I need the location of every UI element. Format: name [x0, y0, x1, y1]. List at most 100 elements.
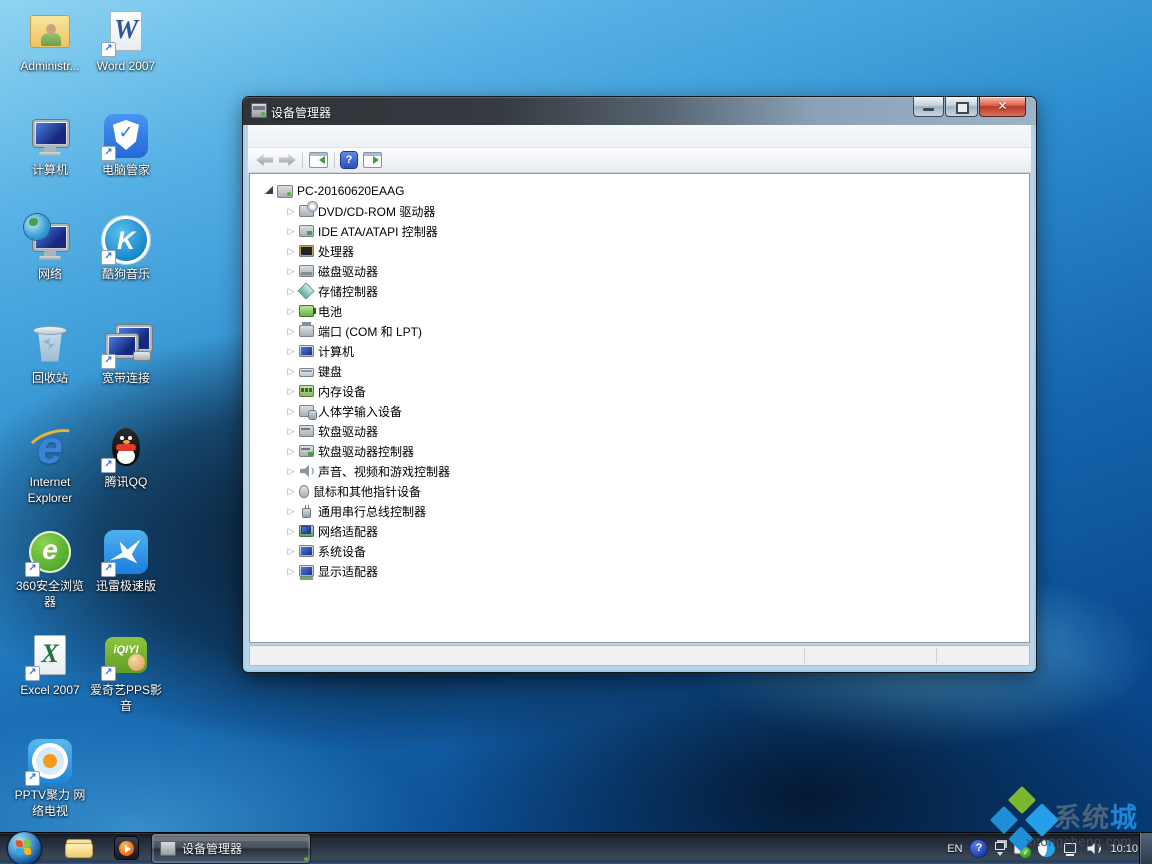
desktop-icon[interactable]: ↗ PPTV聚力 网络电视	[12, 737, 88, 819]
tree-item[interactable]: 键盘	[250, 361, 1029, 381]
help-button[interactable]: ?	[341, 152, 357, 168]
tree-item-label: 鼠标和其他指针设备	[313, 483, 421, 500]
shortcut-arrow-icon: ↗	[25, 666, 40, 681]
menu-item[interactable]	[268, 133, 284, 139]
media-player-taskbar-icon[interactable]	[114, 836, 140, 860]
tree-item[interactable]: 磁盘驱动器	[250, 261, 1029, 281]
tree-item[interactable]: IDE ATA/ATAPI 控制器	[250, 221, 1029, 241]
show-console-tree-button[interactable]	[309, 152, 328, 168]
desktop-icon-label: 爱奇艺PPS影音	[88, 683, 164, 714]
ime-help-icon[interactable]: ?	[970, 840, 987, 857]
device-manager-icon	[251, 103, 267, 118]
tree-item[interactable]: 软盘驱动器	[250, 421, 1029, 441]
tree-item[interactable]: 网络适配器	[250, 521, 1029, 541]
antivirus-tray-icon[interactable]	[1038, 840, 1055, 857]
network-tray-icon[interactable]	[1063, 842, 1079, 856]
expand-arrow-icon[interactable]	[286, 266, 296, 276]
title-bar[interactable]: 设备管理器	[243, 97, 1036, 125]
options-caret-icon[interactable]	[997, 852, 1003, 856]
check-badge-icon: ✓	[1020, 847, 1031, 858]
expand-arrow-icon[interactable]	[286, 226, 296, 236]
status-divider	[936, 648, 937, 663]
language-indicator[interactable]: EN	[947, 843, 962, 855]
desktop-icon[interactable]: ↗ 电脑管家	[88, 112, 164, 179]
expand-arrow-icon[interactable]	[286, 566, 296, 576]
collapse-arrow-icon[interactable]	[264, 186, 274, 196]
restore-language-bar-icon[interactable]	[995, 842, 1005, 850]
desktop-icon[interactable]: ↗ Internet Explorer	[12, 424, 88, 506]
tree-item[interactable]: 声音、视频和游戏控制器	[250, 461, 1029, 481]
expand-arrow-icon[interactable]	[286, 366, 296, 376]
tree-item[interactable]: DVD/CD-ROM 驱动器	[250, 201, 1029, 221]
tree-item[interactable]: 处理器	[250, 241, 1029, 261]
desktop-icon[interactable]: ↗ 腾讯QQ	[88, 424, 164, 491]
desktop-icon[interactable]: ↗ 酷狗音乐	[88, 216, 164, 283]
tree-item[interactable]: 鼠标和其他指针设备	[250, 481, 1029, 501]
menu-item[interactable]	[300, 133, 316, 139]
desktop-icon[interactable]: ↗ 网络	[12, 216, 88, 283]
language-bar-options[interactable]	[995, 842, 1005, 856]
expand-arrow-icon[interactable]	[286, 286, 296, 296]
tree-item-label: 显示适配器	[318, 563, 378, 580]
expand-arrow-icon[interactable]	[286, 386, 296, 396]
desktop-icon[interactable]: ↗ Word 2007	[88, 8, 164, 75]
minimize-button[interactable]	[913, 97, 944, 117]
safely-remove-hardware-icon[interactable]: ✓	[1013, 840, 1030, 857]
expand-arrow-icon[interactable]	[286, 426, 296, 436]
storage-controller-icon	[299, 285, 314, 297]
explorer-taskbar-icon[interactable]	[66, 836, 92, 860]
expand-arrow-icon[interactable]	[286, 306, 296, 316]
expand-arrow-icon[interactable]	[286, 446, 296, 456]
expand-arrow-icon[interactable]	[286, 526, 296, 536]
tree-item[interactable]: 端口 (COM 和 LPT)	[250, 321, 1029, 341]
shortcut-arrow-icon: ↗	[101, 666, 116, 681]
forward-button[interactable]	[279, 154, 296, 166]
expand-arrow-icon[interactable]	[286, 466, 296, 476]
desktop-icon[interactable]: ↗ 爱奇艺PPS影音	[88, 632, 164, 714]
shortcut-arrow-icon: ↗	[101, 458, 116, 473]
menu-item[interactable]	[252, 133, 268, 139]
desktop-icon[interactable]: ↗ 360安全浏览器	[12, 528, 88, 610]
desktop-icon[interactable]: ↗ 计算机	[12, 112, 88, 179]
expand-arrow-icon[interactable]	[286, 246, 296, 256]
tree-root-node[interactable]: PC-20160620EAAG	[250, 181, 1029, 201]
tree-item[interactable]: 内存设备	[250, 381, 1029, 401]
device-manager-task-button[interactable]: 设备管理器	[152, 834, 310, 863]
desktop-icon[interactable]: ↗ 回收站	[12, 320, 88, 387]
expand-arrow-icon[interactable]	[286, 546, 296, 556]
expand-arrow-icon[interactable]	[286, 506, 296, 516]
maximize-button[interactable]	[945, 97, 978, 117]
tree-item[interactable]: 通用串行总线控制器	[250, 501, 1029, 521]
close-button[interactable]	[979, 97, 1026, 117]
device-manager-icon	[160, 841, 176, 856]
tree-item[interactable]: 软盘驱动器控制器	[250, 441, 1029, 461]
desktop-icon[interactable]: ↗ Excel 2007	[12, 632, 88, 699]
expand-arrow-icon[interactable]	[286, 486, 296, 496]
tree-item-label: 存储控制器	[318, 283, 378, 300]
action-pane-button[interactable]	[363, 152, 382, 168]
dvd-drive-icon	[299, 205, 314, 217]
watermark-logo-diamond	[990, 806, 1018, 834]
menu-item[interactable]	[284, 133, 300, 139]
tree-item[interactable]: 存储控制器	[250, 281, 1029, 301]
expand-arrow-icon[interactable]	[286, 346, 296, 356]
desktop-icon-label: 迅雷极速版	[88, 579, 164, 595]
expand-arrow-icon[interactable]	[286, 206, 296, 216]
tree-item[interactable]: 计算机	[250, 341, 1029, 361]
expand-arrow-icon[interactable]	[286, 326, 296, 336]
tree-item[interactable]: 人体学输入设备	[250, 401, 1029, 421]
expand-arrow-icon[interactable]	[286, 406, 296, 416]
desktop-icon[interactable]: ↗ 宽带连接	[88, 320, 164, 387]
show-desktop-button[interactable]	[1139, 833, 1152, 864]
floppy-drive-icon	[299, 425, 314, 437]
clock[interactable]: 10:10	[1110, 843, 1138, 855]
shortcut-arrow-icon: ↗	[101, 42, 116, 57]
tree-item[interactable]: 电池	[250, 301, 1029, 321]
back-button[interactable]	[256, 154, 273, 166]
volume-tray-icon[interactable]	[1087, 842, 1102, 855]
start-button[interactable]	[8, 832, 41, 864]
desktop-icon[interactable]: ↗ 迅雷极速版	[88, 528, 164, 595]
tree-item[interactable]: 显示适配器	[250, 561, 1029, 581]
desktop-icon[interactable]: ↗ Administr...	[12, 8, 88, 75]
tree-item[interactable]: 系统设备	[250, 541, 1029, 561]
